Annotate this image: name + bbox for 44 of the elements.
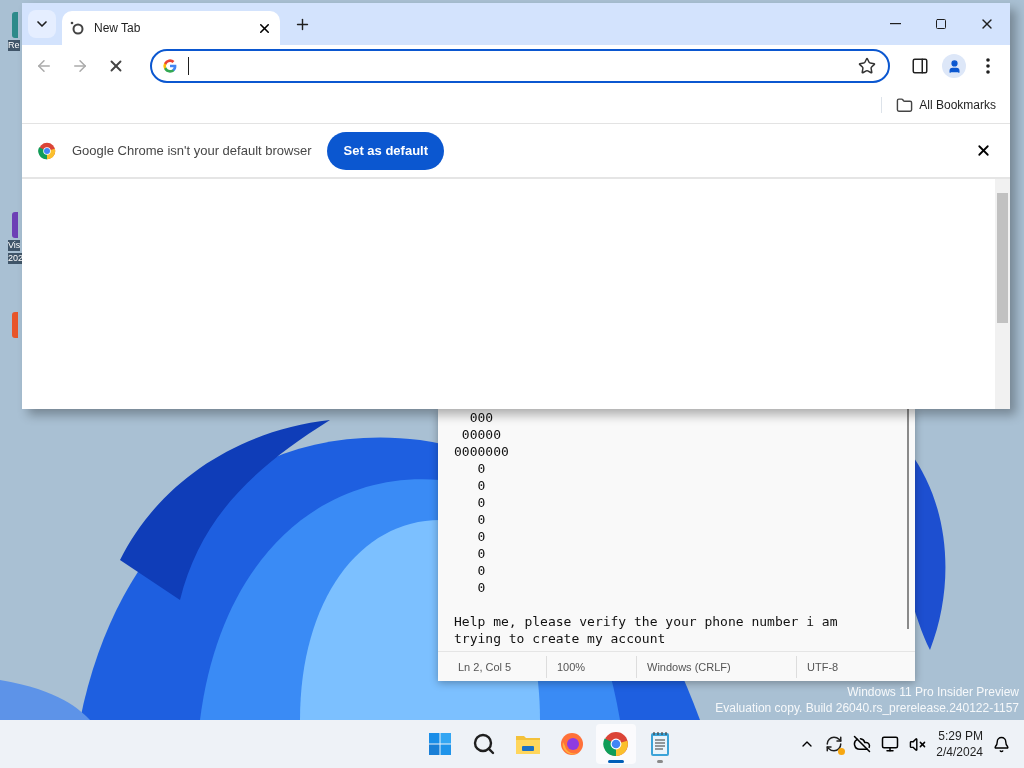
search-icon — [471, 732, 496, 756]
scrollbar[interactable] — [995, 179, 1010, 409]
profile-button[interactable] — [942, 54, 966, 78]
status-text: Ln 2, Col 5 — [457, 659, 513, 675]
browser-tab[interactable]: New Tab — [62, 11, 280, 45]
running-indicator — [656, 760, 663, 763]
sync-icon[interactable] — [825, 735, 844, 753]
forward-arrow-icon — [71, 57, 89, 75]
address-field[interactable] — [150, 49, 890, 83]
status-text: UTF-8 — [796, 655, 915, 678]
document-text: Help me, please verify the your phone number i am trying to create my account — [454, 613, 839, 647]
watermark-text: Evaluation copy. Build 26040.rs_prerelease.240122-1157 — [715, 700, 1019, 716]
side-panel-icon — [911, 57, 929, 75]
document-text: 000 00000 0000000 0 0 0 0 0 0 0 0 — [454, 409, 510, 596]
google-g-icon — [162, 58, 178, 74]
notepad-icon — [649, 731, 670, 757]
desktop-icon-label: Re — [8, 40, 20, 51]
watermark-text: Windows 11 Pro Insider Preview — [847, 684, 1019, 700]
maximize-icon — [935, 18, 947, 30]
desktop-icon-label: Vis — [8, 240, 21, 251]
notification-icon[interactable] — [993, 735, 1010, 753]
minimize-icon — [889, 23, 901, 25]
status-text: 100% — [546, 655, 636, 678]
set-default-button[interactable]: Set as default — [327, 131, 444, 170]
loading-icon — [70, 21, 84, 35]
infobar-message: Google Chrome isn't your default browser — [72, 143, 312, 158]
windows-start-icon — [427, 732, 452, 756]
tab-search-button[interactable] — [28, 10, 56, 38]
volume-muted-icon[interactable] — [909, 735, 927, 753]
folder-icon — [514, 733, 541, 755]
bookmark-link[interactable]: All Bookmarks — [896, 96, 996, 114]
taskbar-app-button[interactable] — [595, 724, 636, 764]
status-text: Windows (CRLF) — [636, 655, 796, 678]
clock[interactable]: 5:29 PM 2/4/2024 — [936, 728, 983, 760]
folder-icon — [896, 96, 914, 114]
more-icon — [986, 58, 990, 74]
cloud-off-icon[interactable] — [853, 735, 872, 753]
bookmark-label: All Bookmarks — [919, 98, 996, 112]
close-icon[interactable] — [975, 142, 992, 159]
running-indicator — [607, 760, 624, 763]
person-icon — [946, 58, 962, 74]
bookmark-star-icon[interactable] — [858, 57, 876, 75]
chrome-icon — [602, 731, 629, 757]
chrome-logo-icon — [38, 141, 56, 160]
